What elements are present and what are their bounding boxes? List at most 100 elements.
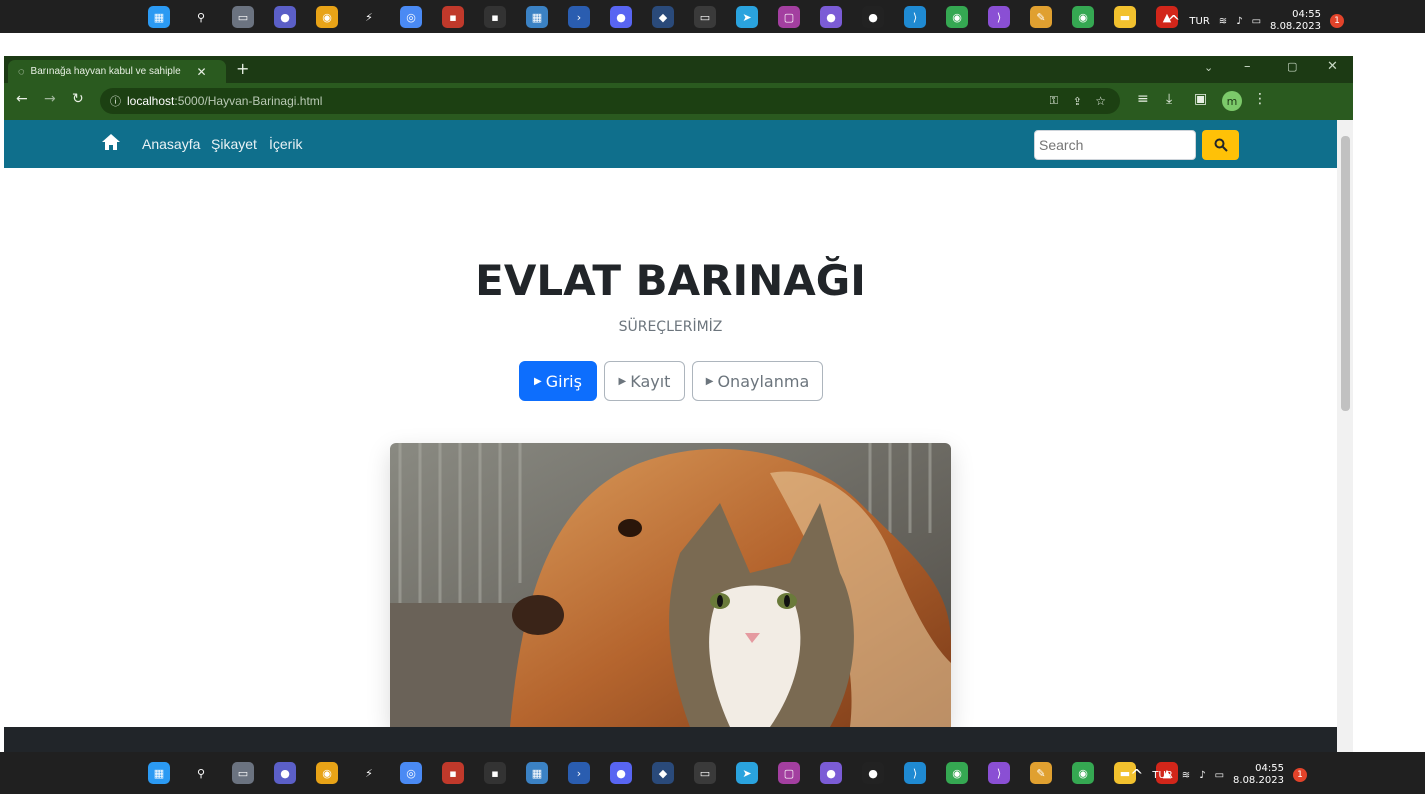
ms-store-icon[interactable]: ▦ (526, 762, 548, 784)
back-icon[interactable]: ← (16, 91, 28, 107)
snipping-icon[interactable]: ▢ (778, 6, 800, 28)
side-panel-icon[interactable]: ▣ (1194, 91, 1207, 107)
snipping-icon[interactable]: ▢ (778, 762, 800, 784)
page-scrollbar[interactable] (1337, 120, 1353, 752)
page-title: EVLAT BARINAĞI (475, 256, 866, 305)
visual-studio-icon[interactable]: ⟩ (988, 6, 1010, 28)
telegram-icon[interactable]: ➤ (736, 6, 758, 28)
login-button[interactable]: ▶ Giriş (519, 361, 597, 401)
telegram-icon[interactable]: ➤ (736, 762, 758, 784)
search-icon[interactable]: ⚲ (190, 6, 212, 28)
chrome-dev-icon[interactable]: ◎ (400, 6, 422, 28)
viber-icon[interactable]: ● (820, 762, 842, 784)
chrome-icon[interactable]: ◉ (316, 762, 338, 784)
language-indicator[interactable]: TUR (1152, 770, 1172, 781)
register-button[interactable]: ▶ Kayıt (604, 361, 685, 401)
ms-store-icon[interactable]: ▦ (526, 6, 548, 28)
app-icon[interactable]: ● (862, 6, 884, 28)
search-button[interactable] (1202, 130, 1239, 160)
winamp-icon[interactable]: ⚡ (358, 762, 380, 784)
taskbar-app-icons: ▦ ⚲ ▭ ● ◉ ⚡ ◎ ▪ ▪ ▦ › ● ◆ ▭ ➤ ▢ ● ● ⟩ ◉ ⟩ ✎ ◉ ▬ ▲ (148, 6, 1198, 28)
terminal-icon[interactable]: ▭ (694, 6, 716, 28)
reading-list-icon[interactable]: ≡ (1137, 91, 1149, 107)
volume-icon[interactable]: ♪ (1236, 16, 1242, 27)
viber-icon[interactable]: ● (820, 6, 842, 28)
powershell-icon[interactable]: › (568, 6, 590, 28)
dog-and-cat-photo (390, 443, 951, 727)
taskbar-app-icons: ▦ ⚲ ▭ ● ◉ ⚡ ◎ ▪ ▪ ▦ › ● ◆ ▭ ➤ ▢ ● ● ⟩ ◉ ⟩ ✎ ◉ ▬ ▲ (148, 762, 1198, 784)
forward-icon[interactable]: → (44, 91, 56, 107)
meet-icon[interactable]: ● (274, 762, 296, 784)
browser-tab[interactable]: ◌ Barınağa hayvan kabul ve sahiple ✕ (8, 60, 226, 83)
tab-search-icon[interactable]: ⌄ (1204, 61, 1213, 74)
notification-badge[interactable]: 1 (1292, 768, 1307, 782)
clock[interactable]: 04:55 8.08.2023 (1233, 763, 1284, 787)
chrome-dev-icon[interactable]: ◎ (400, 762, 422, 784)
wifi-icon[interactable]: ≋ (1219, 16, 1227, 27)
paint-icon[interactable]: ✎ (1030, 6, 1052, 28)
terminal-icon[interactable]: ▭ (694, 762, 716, 784)
language-indicator[interactable]: TUR (1189, 16, 1209, 27)
download-icon[interactable]: ⤓ (1166, 91, 1172, 107)
visual-studio-icon[interactable]: ⟩ (988, 762, 1010, 784)
scrollbar-thumb[interactable] (1341, 136, 1350, 411)
minimize-icon[interactable]: – (1244, 59, 1251, 74)
register-button-label: Kayıt (630, 371, 671, 391)
new-tab-icon[interactable]: + (236, 59, 249, 78)
bookmark-star-icon[interactable]: ☆ (1095, 94, 1106, 108)
chrome-beta-icon[interactable]: ◉ (946, 762, 968, 784)
file-explorer-icon[interactable]: ▬ (1114, 6, 1136, 28)
volume-icon[interactable]: ♪ (1199, 770, 1205, 781)
home-icon[interactable] (101, 132, 121, 156)
battery-icon[interactable]: ▭ (1215, 770, 1224, 781)
vscode-icon[interactable]: ⟩ (904, 6, 926, 28)
approval-button[interactable]: ▶ Onaylanma (692, 361, 823, 401)
vscode-icon[interactable]: ⟩ (904, 762, 926, 784)
nav-link-home[interactable]: Anasayfa (142, 136, 200, 152)
clock-date: 8.08.2023 (1233, 775, 1284, 786)
profile-avatar[interactable]: m (1222, 91, 1242, 111)
chrome-beta-icon[interactable]: ◉ (946, 6, 968, 28)
url-host: localhost (127, 94, 175, 108)
url-field[interactable]: ⓘ localhost :5000/Hayvan-Barinagi.html ⚿… (100, 88, 1120, 114)
close-window-icon[interactable]: ✕ (1327, 59, 1338, 74)
winamp-icon[interactable]: ⚡ (358, 6, 380, 28)
menu-icon[interactable]: ⋮ (1253, 91, 1267, 107)
taskbar-bottom: ▦ ⚲ ▭ ● ◉ ⚡ ◎ ▪ ▪ ▦ › ● ◆ ▭ ➤ ▢ ● ● ⟩ ◉ ⟩ ✎ ◉ ▬ ▲ ^ TUR ≋ ♪ ▭ 04… (0, 752, 1425, 794)
task-view-icon[interactable]: ▭ (232, 762, 254, 784)
close-icon[interactable]: ✕ (197, 65, 207, 79)
epic-games-icon[interactable]: ▪ (484, 6, 506, 28)
wifi-icon[interactable]: ≋ (1182, 770, 1190, 781)
steam-icon[interactable]: ◆ (652, 6, 674, 28)
app-icon[interactable]: ● (862, 762, 884, 784)
battery-icon[interactable]: ▭ (1252, 16, 1261, 27)
task-view-icon[interactable]: ▭ (232, 6, 254, 28)
chrome-profile-icon[interactable]: ◉ (1072, 6, 1094, 28)
nav-link-complaint[interactable]: Şikayet (211, 136, 257, 152)
dev-icon[interactable]: ▪ (442, 762, 464, 784)
chrome-icon[interactable]: ◉ (316, 6, 338, 28)
epic-games-icon[interactable]: ▪ (484, 762, 506, 784)
notification-badge[interactable]: 1 (1329, 14, 1344, 28)
steam-icon[interactable]: ◆ (652, 762, 674, 784)
discord-icon[interactable]: ● (610, 762, 632, 784)
search-input[interactable] (1034, 130, 1196, 160)
clock[interactable]: 04:55 8.08.2023 (1270, 9, 1321, 33)
share-icon[interactable]: ⇪ (1073, 95, 1082, 108)
powershell-icon[interactable]: › (568, 762, 590, 784)
key-icon[interactable]: ⚿ (1050, 95, 1058, 108)
windows-start-icon[interactable]: ▦ (148, 6, 170, 28)
nav-link-content[interactable]: İçerik (269, 136, 302, 152)
site-navbar: Anasayfa Şikayet İçerik (4, 120, 1337, 168)
dev-icon[interactable]: ▪ (442, 6, 464, 28)
paint-icon[interactable]: ✎ (1030, 762, 1052, 784)
reload-icon[interactable]: ↻ (72, 91, 84, 107)
chevron-up-icon[interactable]: ^ (1130, 766, 1143, 785)
search-icon[interactable]: ⚲ (190, 762, 212, 784)
chevron-up-icon[interactable]: ^ (1167, 12, 1180, 31)
windows-start-icon[interactable]: ▦ (148, 762, 170, 784)
restore-icon[interactable]: ▢ (1287, 60, 1297, 73)
chrome-profile-icon[interactable]: ◉ (1072, 762, 1094, 784)
meet-icon[interactable]: ● (274, 6, 296, 28)
discord-icon[interactable]: ● (610, 6, 632, 28)
